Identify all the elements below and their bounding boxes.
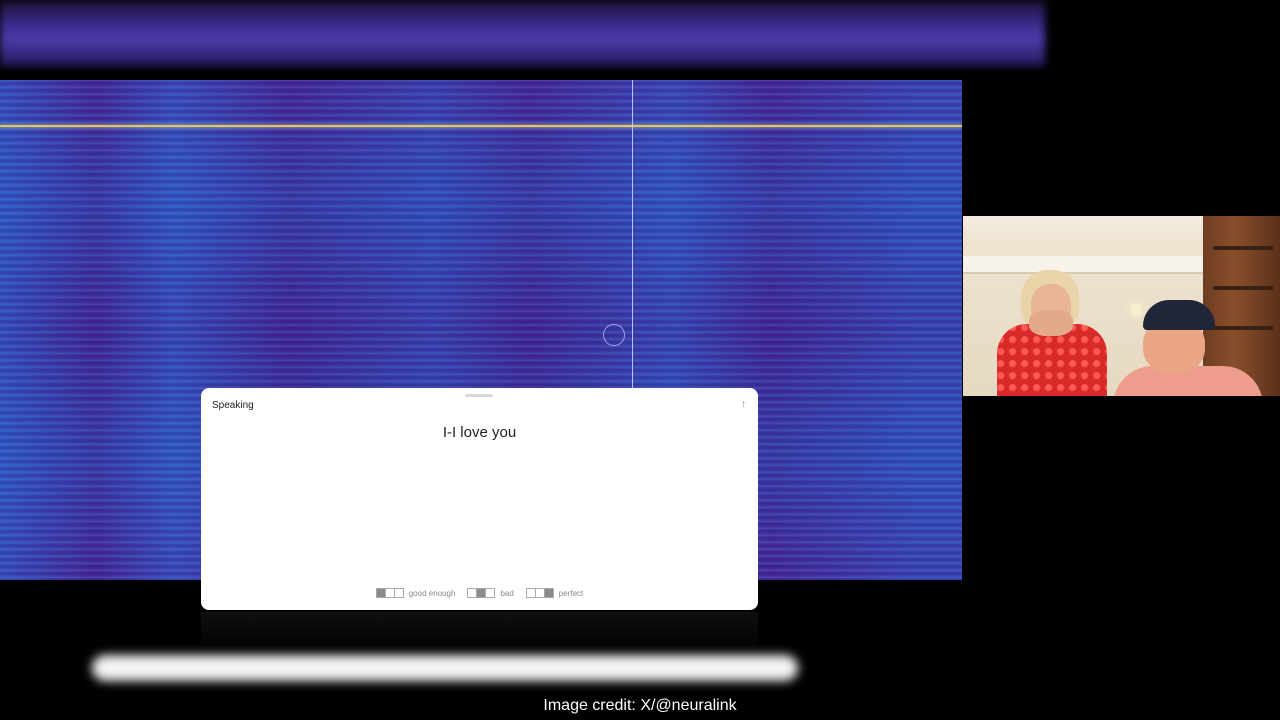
person-man (1113, 300, 1263, 396)
rating-boxes-icon (467, 588, 496, 598)
panel-reflection (201, 612, 758, 652)
feedback-label: bad (500, 588, 514, 598)
feedback-label: perfect (558, 588, 584, 598)
top-blurred-banner (0, 0, 1045, 66)
arrow-up-icon[interactable]: ↑ (741, 399, 746, 410)
feedback-perfect[interactable]: perfect (525, 588, 584, 598)
feedback-options: good enough bad perfect (201, 588, 758, 598)
speech-panel: Speaking ↑ I-I love you good enough bad … (201, 388, 758, 610)
feedback-label: good enough (408, 588, 456, 598)
marker-line (0, 125, 962, 127)
transcript-text: I-I love you (442, 424, 517, 441)
speech-panel-title: Speaking (212, 400, 254, 411)
cursor-ring-icon (603, 324, 625, 346)
rating-boxes-icon (375, 588, 404, 598)
feedback-bad[interactable]: bad (467, 588, 514, 598)
person-woman (993, 270, 1113, 396)
video-call-feed (963, 216, 1280, 396)
drag-handle[interactable] (465, 394, 493, 397)
blurred-glow-bar (92, 655, 798, 681)
image-credit: Image credit: X/@neuralink (543, 697, 737, 714)
feedback-good-enough[interactable]: good enough (375, 588, 456, 598)
rating-boxes-icon (525, 588, 554, 598)
